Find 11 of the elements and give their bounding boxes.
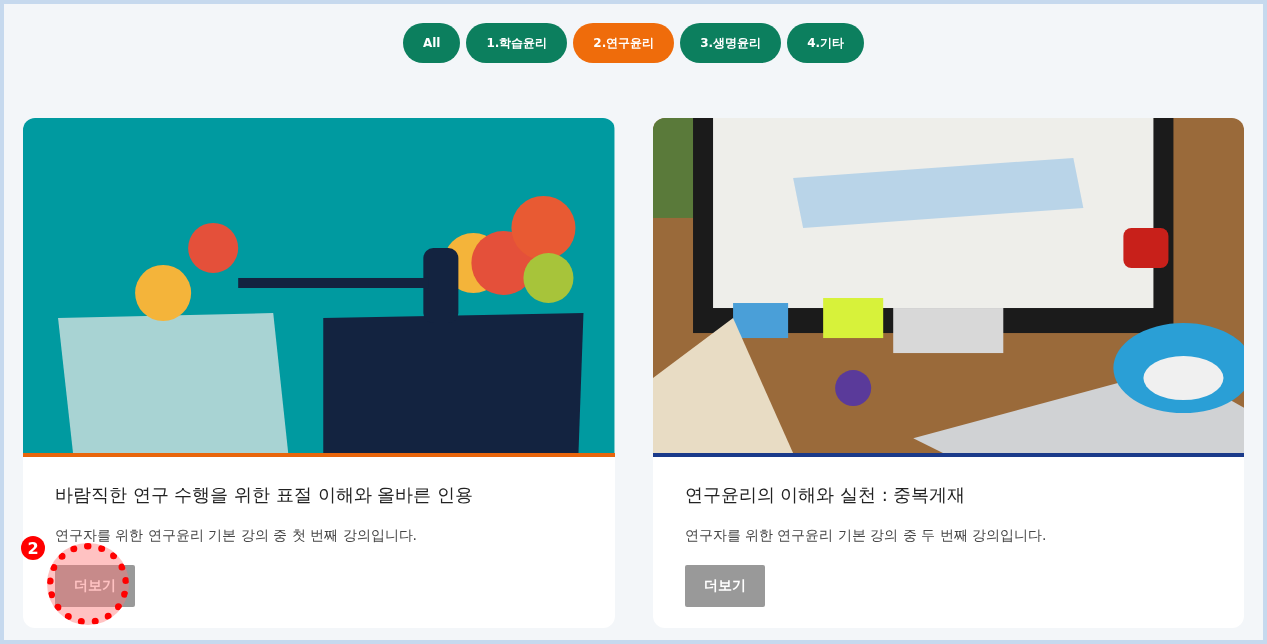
category-tab[interactable]: All <box>402 23 461 63</box>
category-tab[interactable]: 4.기타 <box>787 23 865 63</box>
course-title: 연구윤리의 이해와 실천 : 중복게재 <box>684 483 966 507</box>
more-button[interactable]: 더보기 <box>684 565 765 607</box>
category-tab[interactable]: 3.생명윤리 <box>680 23 782 63</box>
category-tab[interactable]: 1.학습윤리 <box>466 23 568 63</box>
step-number-badge: 2 <box>21 536 45 560</box>
course-description: 연구자를 위한 연구윤리 기본 강의 중 첫 번째 강의입니다. <box>55 527 418 545</box>
course-title: 바람직한 연구 수행을 위한 표절 이해와 올바른 인용 <box>55 483 474 507</box>
course-description: 연구자를 위한 연구윤리 기본 강의 중 두 번째 강의입니다. <box>684 527 1047 545</box>
category-tab[interactable]: 2.연구윤리 <box>573 23 675 63</box>
